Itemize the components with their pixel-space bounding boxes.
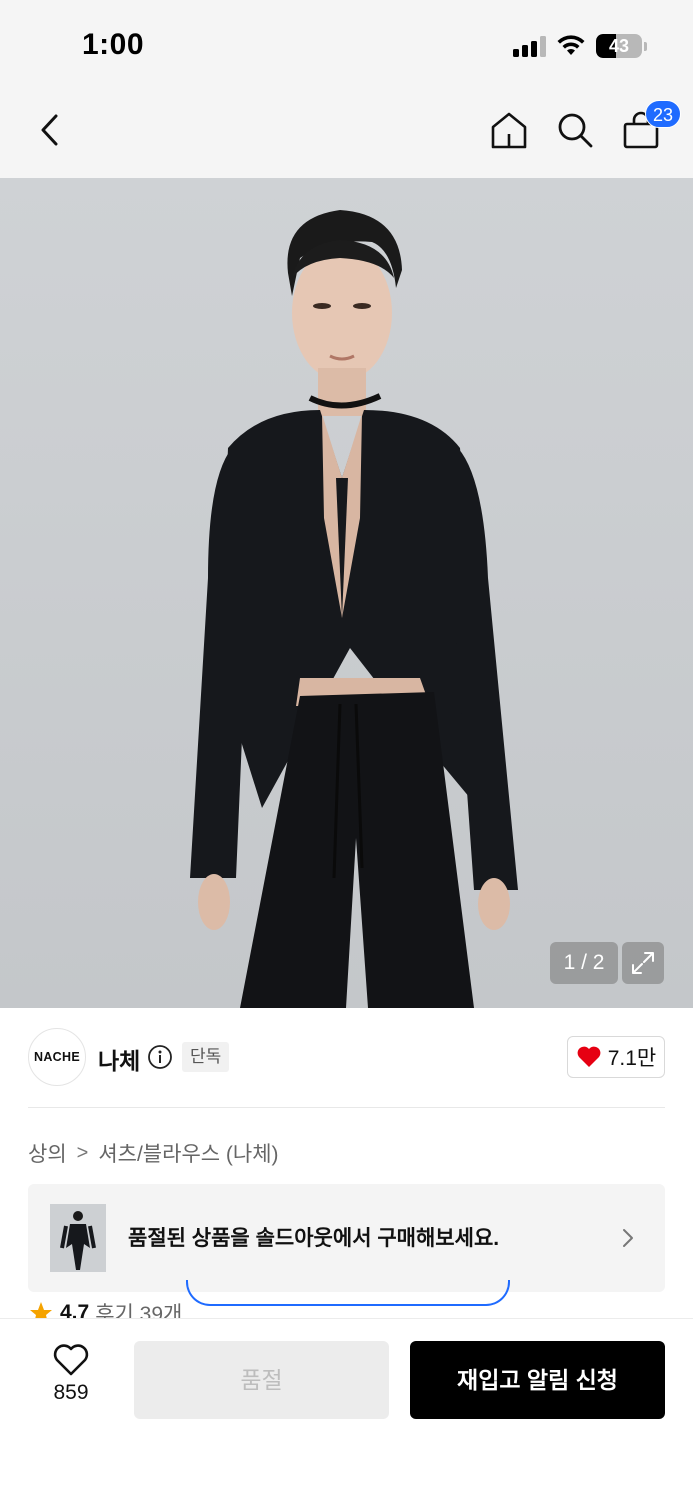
home-button[interactable] bbox=[487, 108, 531, 152]
product-image-gallery[interactable]: 1 / 2 bbox=[0, 178, 693, 1008]
battery-nub bbox=[644, 41, 647, 51]
search-icon bbox=[558, 113, 593, 148]
restock-alert-button[interactable]: 재입고 알림 신청 bbox=[410, 1341, 665, 1419]
status-icons: 43 bbox=[513, 32, 647, 60]
brand-like-button[interactable]: 7.1만 bbox=[567, 1036, 665, 1078]
expand-image-button[interactable] bbox=[622, 942, 664, 984]
breadcrumb: 상의 > 셔츠/블라우스 (나체) bbox=[28, 1138, 279, 1168]
thumbnail-photo bbox=[60, 1211, 96, 1270]
brand-logo[interactable]: NACHE bbox=[28, 1028, 86, 1086]
battery-percent: 43 bbox=[608, 36, 630, 56]
chevron-left-icon bbox=[41, 114, 58, 146]
image-counter: 1 / 2 bbox=[550, 942, 618, 984]
divider bbox=[28, 1107, 665, 1108]
wishlist-count: 859 bbox=[53, 1381, 89, 1404]
wifi-icon bbox=[557, 35, 585, 55]
top-nav-bar: 23 bbox=[0, 90, 693, 178]
chevron-right-icon bbox=[623, 1229, 633, 1247]
nav-actions: 23 bbox=[487, 100, 681, 152]
cart-count-badge: 23 bbox=[645, 100, 681, 128]
home-icon bbox=[491, 112, 527, 149]
wishlist-button[interactable]: 859 bbox=[30, 1343, 112, 1421]
status-time: 1:00 bbox=[82, 28, 145, 61]
breadcrumb-item-top[interactable]: 상의 bbox=[28, 1138, 67, 1168]
chevron-right-icon: > bbox=[76, 1141, 89, 1164]
brand-like-count: 7.1만 bbox=[607, 1047, 657, 1070]
product-photo-model bbox=[190, 210, 518, 1008]
brand-name[interactable]: 나체 bbox=[98, 1042, 140, 1076]
expand-icon bbox=[632, 952, 654, 974]
heart-outline-icon bbox=[53, 1344, 89, 1376]
cellular-signal-icon bbox=[513, 35, 546, 57]
scroll-indicator bbox=[186, 1280, 510, 1306]
soldout-banner-text: 품절된 상품을 솔드아웃에서 구매해보세요. bbox=[128, 1227, 500, 1250]
info-icon[interactable] bbox=[147, 1044, 173, 1070]
cart-button[interactable]: 23 bbox=[619, 100, 681, 152]
heart-filled-icon bbox=[577, 1046, 601, 1067]
breadcrumb-item-shirts[interactable]: 셔츠/블라우스 (나체) bbox=[98, 1138, 278, 1168]
bottom-action-bar: 859 품절 재입고 알림 신청 bbox=[0, 1318, 693, 1500]
soldout-button: 품절 bbox=[134, 1341, 389, 1419]
search-button[interactable] bbox=[553, 108, 597, 152]
exclusive-badge: 단독 bbox=[182, 1042, 230, 1072]
soldout-promo-banner[interactable]: 품절된 상품을 솔드아웃에서 구매해보세요. bbox=[28, 1184, 665, 1292]
brand-row: NACHE 나체 단독 7.1만 bbox=[28, 1028, 665, 1086]
status-bar: 1:00 43 bbox=[0, 0, 693, 90]
back-button[interactable] bbox=[28, 108, 72, 152]
battery-icon: 43 bbox=[596, 34, 642, 58]
product-thumbnail bbox=[50, 1204, 106, 1272]
